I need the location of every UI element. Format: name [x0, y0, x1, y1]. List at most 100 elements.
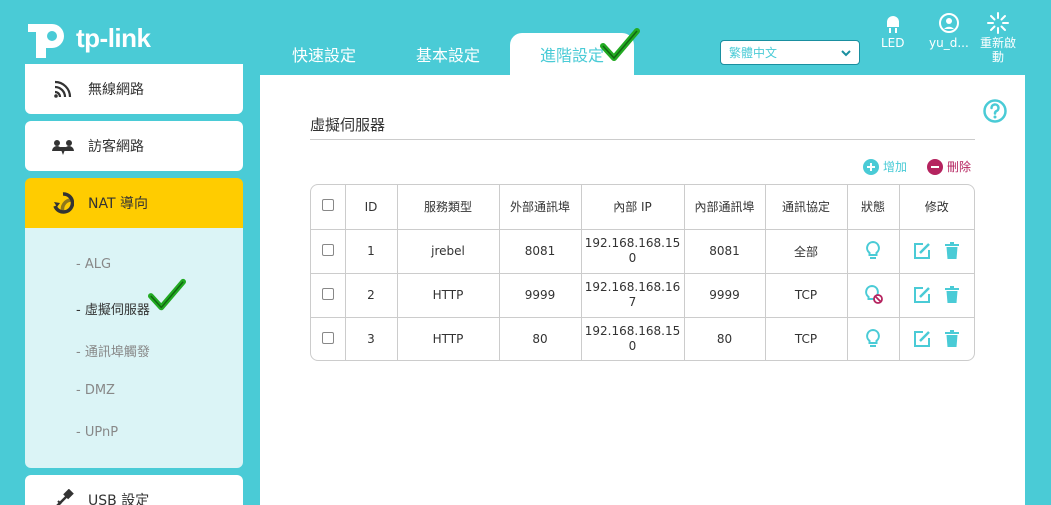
cell-id: 1: [345, 229, 398, 274]
cell-status: [847, 273, 900, 318]
tab-basic[interactable]: 基本設定: [386, 33, 510, 75]
tab-quick-setup[interactable]: 快速設定: [262, 33, 386, 75]
row-checkbox[interactable]: [321, 243, 334, 256]
sidebar-item-guest-network[interactable]: 訪客網路: [25, 121, 243, 171]
cell-external-port: 80: [499, 317, 582, 360]
nat-submenu: - ALG - 虛擬伺服器 - 通訊埠觸發 - DMZ - UPnP: [25, 228, 243, 468]
brand-name: tp-link: [76, 22, 151, 53]
cell-status: [847, 229, 900, 274]
cell-protocol: 全部: [765, 229, 848, 274]
led-button[interactable]: LED: [881, 12, 905, 50]
header-internal-ip: 內部 IP: [581, 185, 685, 230]
reboot-icon: [987, 12, 1009, 34]
language-selected: 繁體中文: [729, 46, 778, 60]
title-divider: [310, 139, 975, 140]
sidebar-item-usb[interactable]: USB 設定: [25, 475, 243, 505]
cell-external-port: 9999: [499, 273, 582, 318]
bulb-enabled-icon[interactable]: [863, 240, 883, 260]
sidebar-item-wireless[interactable]: 無線網路: [25, 64, 243, 114]
table-row: 1 jrebel 8081 192.168.168.150 8081 全部: [311, 229, 974, 274]
cell-internal-ip: 192.168.168.150: [581, 229, 685, 274]
chevron-down-icon: [841, 49, 851, 56]
submenu-item-alg[interactable]: - ALG: [76, 257, 111, 272]
sidebar-item-label: NAT 導向: [88, 196, 148, 212]
row-checkbox[interactable]: [321, 331, 334, 344]
delete-button[interactable]: 刪除: [927, 158, 971, 175]
nat-icon: [53, 192, 74, 214]
bulb-disabled-icon[interactable]: [863, 284, 883, 304]
submenu-item-dmz[interactable]: - DMZ: [76, 383, 115, 398]
header-select-all: [311, 185, 346, 230]
add-label: 增加: [883, 160, 908, 174]
trash-icon[interactable]: [943, 286, 961, 304]
virtual-server-table: ID 服務類型 外部通訊埠 內部 IP 內部通訊埠 通訊協定 狀態 修改 1 j…: [310, 184, 975, 361]
cell-id: 2: [345, 273, 398, 318]
submenu-item-upnp[interactable]: - UPnP: [76, 425, 118, 440]
sidebar-item-label: 訪客網路: [88, 139, 144, 155]
sidebar-item-label: USB 設定: [88, 493, 150, 505]
led-label: LED: [881, 36, 905, 50]
usb-icon: [56, 489, 74, 505]
header-protocol: 通訊協定: [765, 185, 848, 230]
cell-service-type: jrebel: [397, 229, 500, 274]
row-select-cell: [311, 317, 346, 360]
cell-internal-ip: 192.168.168.150: [581, 317, 685, 360]
header-external-port: 外部通訊埠: [499, 185, 582, 230]
cell-internal-port: 9999: [684, 273, 766, 318]
reboot-button[interactable]: 重新啟 動: [980, 12, 1016, 64]
tp-link-logo-mark: [28, 24, 64, 58]
select-all-checkbox[interactable]: [321, 199, 334, 212]
user-account-button[interactable]: yu_d...: [929, 12, 969, 50]
check-mark-icon: [148, 278, 186, 311]
page-title: 虛擬伺服器: [310, 116, 386, 134]
trash-icon[interactable]: [943, 242, 961, 260]
header-id: ID: [345, 185, 398, 230]
submenu-item-virtual-server[interactable]: - 虛擬伺服器: [76, 299, 150, 318]
main-tabs: 快速設定 基本設定 進階設定: [262, 33, 634, 75]
bulb-enabled-icon[interactable]: [863, 328, 883, 348]
wireless-icon: [54, 80, 72, 98]
main-panel: 虛擬伺服器 增加 刪除 ID 服務類型 外部通訊埠 內部 IP 內部通訊埠 通訊…: [260, 75, 1025, 505]
cell-protocol: TCP: [765, 317, 848, 360]
cell-protocol: TCP: [765, 273, 848, 318]
cell-external-port: 8081: [499, 229, 582, 274]
cell-modify: [899, 317, 974, 360]
check-mark-icon: [600, 28, 640, 61]
sidebar-item-nat[interactable]: NAT 導向: [25, 178, 243, 228]
delete-label: 刪除: [947, 160, 972, 174]
cell-service-type: HTTP: [397, 273, 500, 318]
user-label: yu_d...: [929, 36, 969, 50]
guest-network-icon: [52, 140, 74, 155]
cell-internal-port: 80: [684, 317, 766, 360]
edit-icon[interactable]: [913, 286, 931, 304]
cell-id: 3: [345, 317, 398, 360]
trash-icon[interactable]: [943, 330, 961, 348]
row-select-cell: [311, 229, 346, 274]
header-status: 狀態: [847, 185, 900, 230]
edit-icon[interactable]: [913, 242, 931, 260]
cell-service-type: HTTP: [397, 317, 500, 360]
reboot-label-line1: 重新啟: [980, 36, 1017, 50]
table-row: 2 HTTP 9999 192.168.168.167 9999 TCP: [311, 273, 974, 318]
cell-modify: [899, 229, 974, 274]
language-select[interactable]: 繁體中文: [720, 40, 860, 65]
header-internal-port: 內部通訊埠: [684, 185, 766, 230]
header-service-type: 服務類型: [397, 185, 500, 230]
help-icon[interactable]: [983, 99, 1007, 123]
header-modify: 修改: [899, 185, 974, 230]
cell-internal-port: 8081: [684, 229, 766, 274]
submenu-item-port-triggering[interactable]: - 通訊埠觸發: [76, 341, 150, 360]
edit-icon[interactable]: [913, 330, 931, 348]
remove-circle-icon: [927, 158, 943, 175]
cell-internal-ip: 192.168.168.167: [581, 273, 685, 318]
user-icon: [938, 13, 959, 33]
row-select-cell: [311, 273, 346, 318]
add-button[interactable]: 增加: [863, 158, 907, 175]
sidebar-item-label: 無線網路: [88, 82, 144, 98]
table-header-row: ID 服務類型 外部通訊埠 內部 IP 內部通訊埠 通訊協定 狀態 修改: [311, 185, 974, 230]
add-circle-icon: [863, 158, 879, 175]
led-bulb-icon: [886, 16, 899, 33]
table-row: 3 HTTP 80 192.168.168.150 80 TCP: [311, 317, 974, 360]
tp-link-logo: tp-link: [24, 14, 151, 62]
row-checkbox[interactable]: [321, 287, 334, 300]
